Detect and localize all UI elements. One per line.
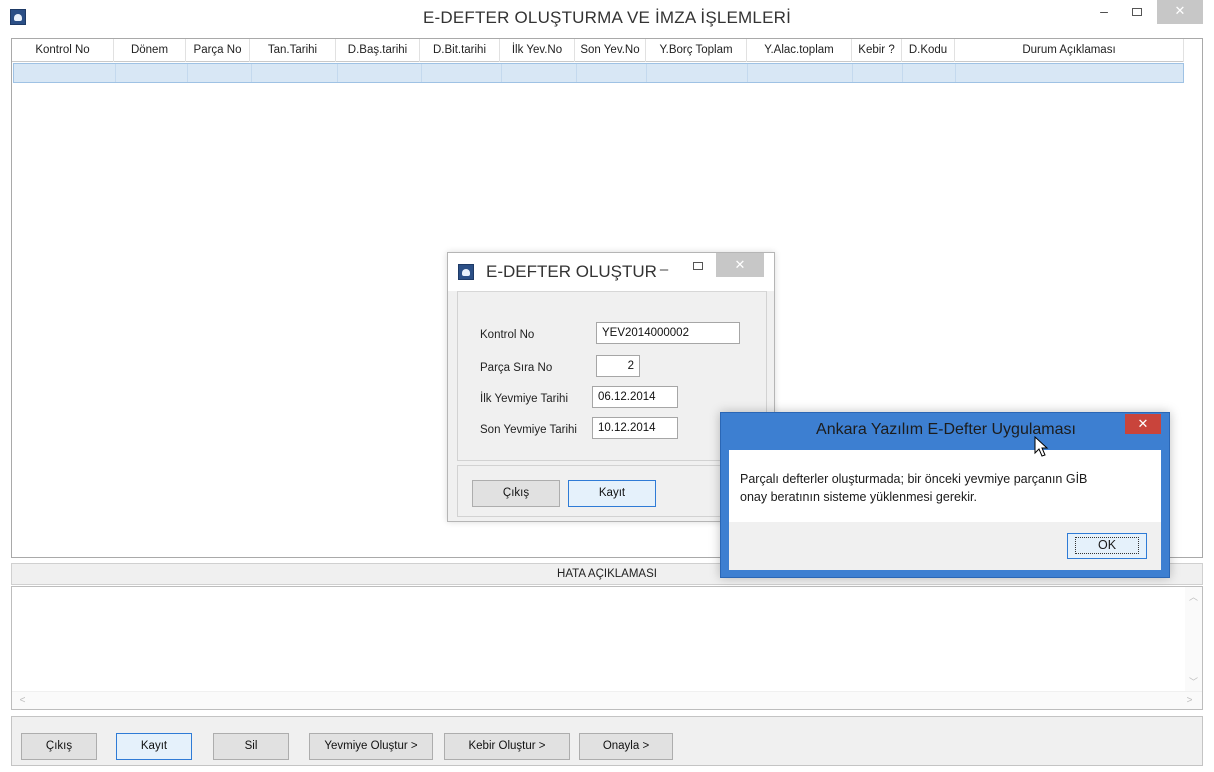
maximize-icon	[693, 262, 703, 270]
message-box-title: Ankara Yazılım E-Defter Uygulaması	[816, 421, 1076, 438]
delete-button[interactable]: Sil	[213, 733, 289, 760]
dialog-save-button[interactable]: Kayıt	[568, 480, 656, 507]
control-no-field[interactable]: YEV2014000002	[596, 322, 740, 344]
col-donem[interactable]: Dönem	[114, 39, 186, 62]
ok-button-label: OK	[1074, 537, 1140, 554]
row-cell	[748, 64, 854, 82]
col-d-kodu[interactable]: D.Kodu	[902, 39, 955, 62]
dialog-maximize-button[interactable]	[685, 259, 711, 275]
first-date-label: İlk Yevmiye Tarihi	[480, 393, 568, 405]
row-cell	[853, 64, 904, 82]
save-button[interactable]: Kayıt	[116, 733, 192, 760]
scroll-down-icon[interactable]: ﹀	[1185, 674, 1202, 691]
col-son-yev-no[interactable]: Son Yev.No	[575, 39, 646, 62]
row-cell	[188, 64, 252, 82]
col-kontrol-no[interactable]: Kontrol No	[12, 39, 114, 62]
scroll-right-icon[interactable]: >	[1181, 692, 1198, 709]
row-cell	[502, 64, 577, 82]
row-cell	[956, 64, 1183, 82]
approve-button[interactable]: Onayla >	[579, 733, 673, 760]
bottom-toolbar: Çıkış Kayıt Sil Yevmiye Oluştur > Kebir …	[11, 716, 1203, 766]
col-y-borc-toplam[interactable]: Y.Borç Toplam	[646, 39, 747, 62]
part-no-field[interactable]: 2	[596, 355, 640, 377]
row-cell	[338, 64, 422, 82]
row-cell	[422, 64, 502, 82]
message-box-footer: OK	[729, 522, 1161, 570]
message-box-body: Parçalı defterler oluşturmada; bir öncek…	[729, 450, 1161, 522]
col-tan-tarihi[interactable]: Tan.Tarihi	[250, 39, 336, 62]
main-title-bar: E-DEFTER OLUŞTURMA VE İMZA İŞLEMLERİ – ✕	[0, 0, 1214, 36]
part-no-label: Parça Sıra No	[480, 362, 553, 374]
col-d-bit-tarihi[interactable]: D.Bit.tarihi	[420, 39, 500, 62]
mouse-pointer-icon	[1034, 436, 1049, 457]
exit-button[interactable]: Çıkış	[21, 733, 97, 760]
scroll-up-icon[interactable]: ︿	[1185, 589, 1202, 606]
maximize-icon	[1132, 8, 1142, 16]
create-ledger-button[interactable]: Kebir Oluştur >	[444, 733, 570, 760]
row-cell	[14, 64, 116, 82]
col-durum-aciklamasi[interactable]: Durum Açıklaması	[955, 39, 1184, 62]
maximize-button[interactable]	[1124, 0, 1150, 24]
message-box: Ankara Yazılım E-Defter Uygulaması ✕ Par…	[720, 412, 1170, 578]
table-row[interactable]	[13, 63, 1184, 83]
dialog-close-button[interactable]: ✕	[716, 253, 764, 277]
dialog-exit-button[interactable]: Çıkış	[472, 480, 560, 507]
message-box-close-button[interactable]: ✕	[1125, 414, 1161, 434]
last-date-label: Son Yevmiye Tarihi	[480, 424, 577, 436]
row-cell	[647, 64, 749, 82]
minimize-button[interactable]: –	[1092, 0, 1116, 24]
vertical-scrollbar[interactable]: ︿ ﹀	[1185, 587, 1202, 691]
row-cell	[116, 64, 188, 82]
row-cell	[252, 64, 338, 82]
message-text-line-1: Parçalı defterler oluşturmada; bir öncek…	[740, 472, 1088, 486]
grid-header: Kontrol No Dönem Parça No Tan.Tarihi D.B…	[12, 39, 1184, 62]
col-kebir[interactable]: Kebir ?	[852, 39, 902, 62]
message-text-line-2: onay beratının sisteme yüklenmesi gereki…	[740, 490, 977, 504]
message-text: Parçalı defterler oluşturmada; bir öncek…	[740, 470, 1150, 506]
col-d-bas-tarihi[interactable]: D.Baş.tarihi	[336, 39, 420, 62]
dialog-title-bar: E-DEFTER OLUŞTUR – ✕	[448, 253, 774, 291]
ok-button[interactable]: OK	[1067, 533, 1147, 559]
first-date-field[interactable]: 06.12.2014	[592, 386, 678, 408]
last-date-field[interactable]: 10.12.2014	[592, 417, 678, 439]
error-text-area[interactable]: ︿ ﹀ < >	[11, 586, 1203, 710]
control-no-label: Kontrol No	[480, 329, 535, 341]
col-ilk-yev-no[interactable]: İlk Yev.No	[500, 39, 575, 62]
create-journal-button[interactable]: Yevmiye Oluştur >	[309, 733, 433, 760]
window-title: E-DEFTER OLUŞTURMA VE İMZA İŞLEMLERİ	[422, 8, 792, 27]
col-y-alac-toplam[interactable]: Y.Alac.toplam	[747, 39, 852, 62]
row-cell	[903, 64, 957, 82]
close-button[interactable]: ✕	[1157, 0, 1203, 24]
col-parca-no[interactable]: Parça No	[186, 39, 250, 62]
horizontal-scrollbar[interactable]: < >	[12, 691, 1202, 709]
row-cell	[577, 64, 648, 82]
scroll-left-icon[interactable]: <	[14, 692, 31, 709]
dialog-app-icon[interactable]	[458, 264, 474, 280]
dialog-minimize-button[interactable]: –	[657, 261, 671, 278]
dialog-title: E-DEFTER OLUŞTUR	[486, 262, 657, 281]
